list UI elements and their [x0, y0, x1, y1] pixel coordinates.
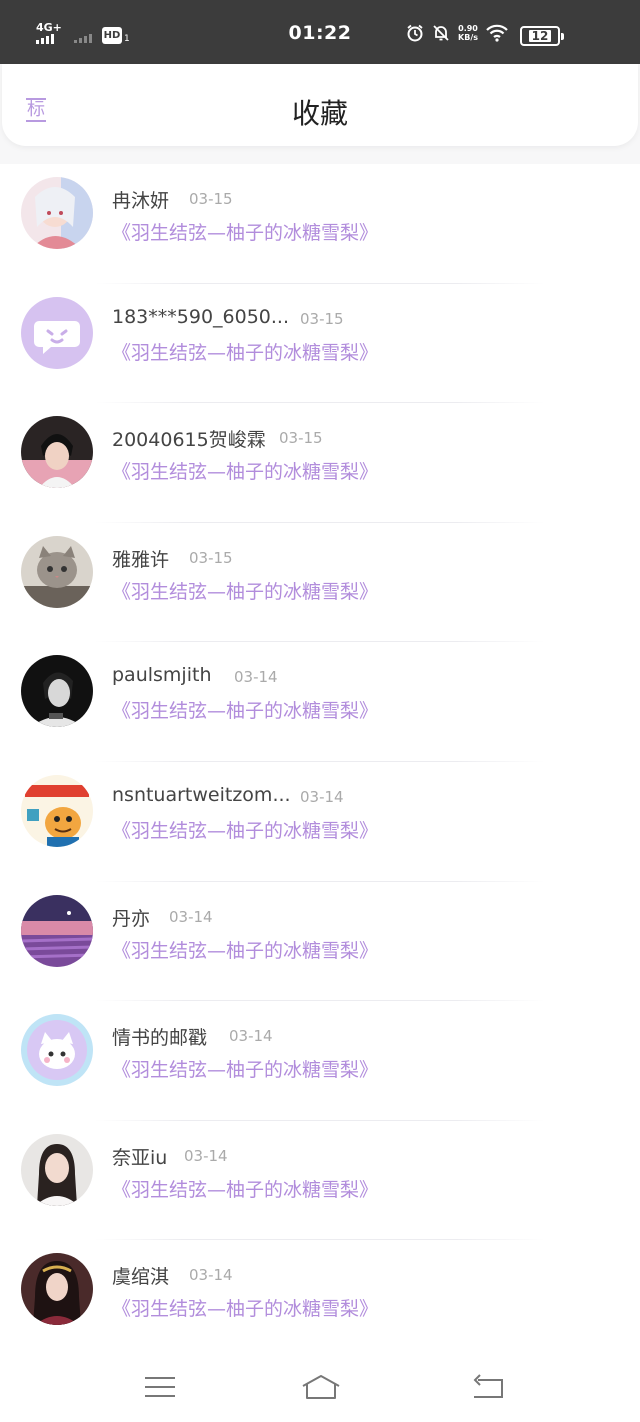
user-name: 虞绾淇 [112, 1266, 170, 1289]
home-icon[interactable] [300, 1372, 342, 1402]
status-bar: 4G+ HD 1 01:22 0.90 KB/s 12 [0, 0, 640, 64]
date: 03-14 [234, 668, 278, 687]
list-item[interactable]: paulsmjith 03-14 《羽生结弦—柚子的冰糖雪梨》 [0, 642, 640, 762]
avatar[interactable] [21, 774, 93, 847]
list-item[interactable]: 丹亦 03-14 《羽生结弦—柚子的冰糖雪梨》 [0, 882, 640, 1002]
user-name: paulsmjith [112, 664, 212, 687]
list-item[interactable]: 奈亚iu 03-14 《羽生结弦—柚子的冰糖雪梨》 [0, 1121, 640, 1241]
user-name: 情书的邮戳 [112, 1027, 208, 1050]
back-icon[interactable] [470, 1372, 506, 1402]
battery-level: 12 [528, 30, 552, 42]
avatar[interactable] [21, 655, 93, 728]
avatar[interactable] [21, 894, 93, 967]
avatar[interactable] [21, 177, 93, 249]
favorites-list: 冉沐妍 03-15 《羽生结弦—柚子的冰糖雪梨》 183***590_6050.… [0, 164, 640, 1354]
favorite-title[interactable]: 《羽生结弦—柚子的冰糖雪梨》 [112, 577, 378, 604]
favorite-title[interactable]: 《羽生结弦—柚子的冰糖雪梨》 [112, 1175, 378, 1202]
page-header: 标 收藏 [2, 64, 638, 146]
user-name: 雅雅许 [112, 548, 170, 571]
date: 03-15 [189, 548, 233, 567]
date: 03-15 [189, 190, 233, 208]
avatar[interactable] [21, 1014, 93, 1087]
favorite-title[interactable]: 《羽生结弦—柚子的冰糖雪梨》 [112, 338, 378, 365]
favorite-title[interactable]: 《羽生结弦—柚子的冰糖雪梨》 [112, 816, 378, 843]
list-item[interactable]: 183***590_6050... 03-15 《羽生结弦—柚子的冰糖雪梨》 [0, 284, 640, 404]
list-item[interactable]: nsntuartweitzom... 03-14 《羽生结弦—柚子的冰糖雪梨》 [0, 762, 640, 882]
list-item[interactable]: 冉沐妍 03-15 《羽生结弦—柚子的冰糖雪梨》 [0, 164, 640, 284]
user-name: 183***590_6050... [112, 305, 290, 328]
date: 03-14 [184, 1146, 228, 1165]
user-name: 奈亚iu [112, 1146, 168, 1169]
net-speed-value: 0.90 [458, 24, 478, 33]
page-title: 收藏 [291, 97, 348, 130]
list-item[interactable]: 20040615贺峻霖 03-15 《羽生结弦—柚子的冰糖雪梨》 [0, 403, 640, 523]
alarm-icon [407, 24, 423, 42]
system-nav-bar [0, 1354, 640, 1422]
favorite-title[interactable]: 《羽生结弦—柚子的冰糖雪梨》 [112, 1294, 378, 1321]
avatar[interactable] [21, 1253, 93, 1326]
favorite-title[interactable]: 《羽生结弦—柚子的冰糖雪梨》 [112, 936, 378, 963]
favorite-title[interactable]: 《羽生结弦—柚子的冰糖雪梨》 [112, 696, 378, 723]
list-item[interactable]: 情书的邮戳 03-14 《羽生结弦—柚子的冰糖雪梨》 [0, 1001, 640, 1121]
favorite-title[interactable]: 《羽生结弦—柚子的冰糖雪梨》 [112, 1055, 378, 1082]
avatar[interactable] [21, 296, 93, 369]
net-speed: 0.90 KB/s [458, 24, 478, 42]
date: 03-15 [300, 309, 344, 328]
user-name: 冉沐妍 [112, 190, 170, 212]
favorite-title[interactable]: 《羽生结弦—柚子的冰糖雪梨》 [112, 218, 378, 245]
wifi-icon [486, 24, 508, 42]
date: 03-14 [189, 1266, 233, 1285]
date: 03-15 [279, 429, 323, 448]
user-name: nsntuartweitzom... [112, 783, 291, 806]
date: 03-14 [300, 787, 344, 806]
favorite-title[interactable]: 《羽生结弦—柚子的冰糖雪梨》 [112, 457, 378, 484]
avatar[interactable] [21, 535, 93, 608]
date: 03-14 [229, 1027, 273, 1046]
battery-icon: 12 [520, 26, 564, 46]
list-item[interactable]: 虞绾淇 03-14 《羽生结弦—柚子的冰糖雪梨》 [0, 1240, 640, 1354]
menu-icon[interactable] [142, 1372, 178, 1402]
user-name: 20040615贺峻霖 [112, 429, 266, 452]
user-name: 丹亦 [112, 907, 151, 930]
avatar[interactable] [21, 416, 93, 489]
mute-bell-icon [433, 25, 449, 41]
date: 03-14 [169, 907, 213, 926]
list-item[interactable]: 雅雅许 03-15 《羽生结弦—柚子的冰糖雪梨》 [0, 523, 640, 643]
net-speed-unit: KB/s [458, 33, 478, 42]
avatar[interactable] [21, 1133, 93, 1206]
